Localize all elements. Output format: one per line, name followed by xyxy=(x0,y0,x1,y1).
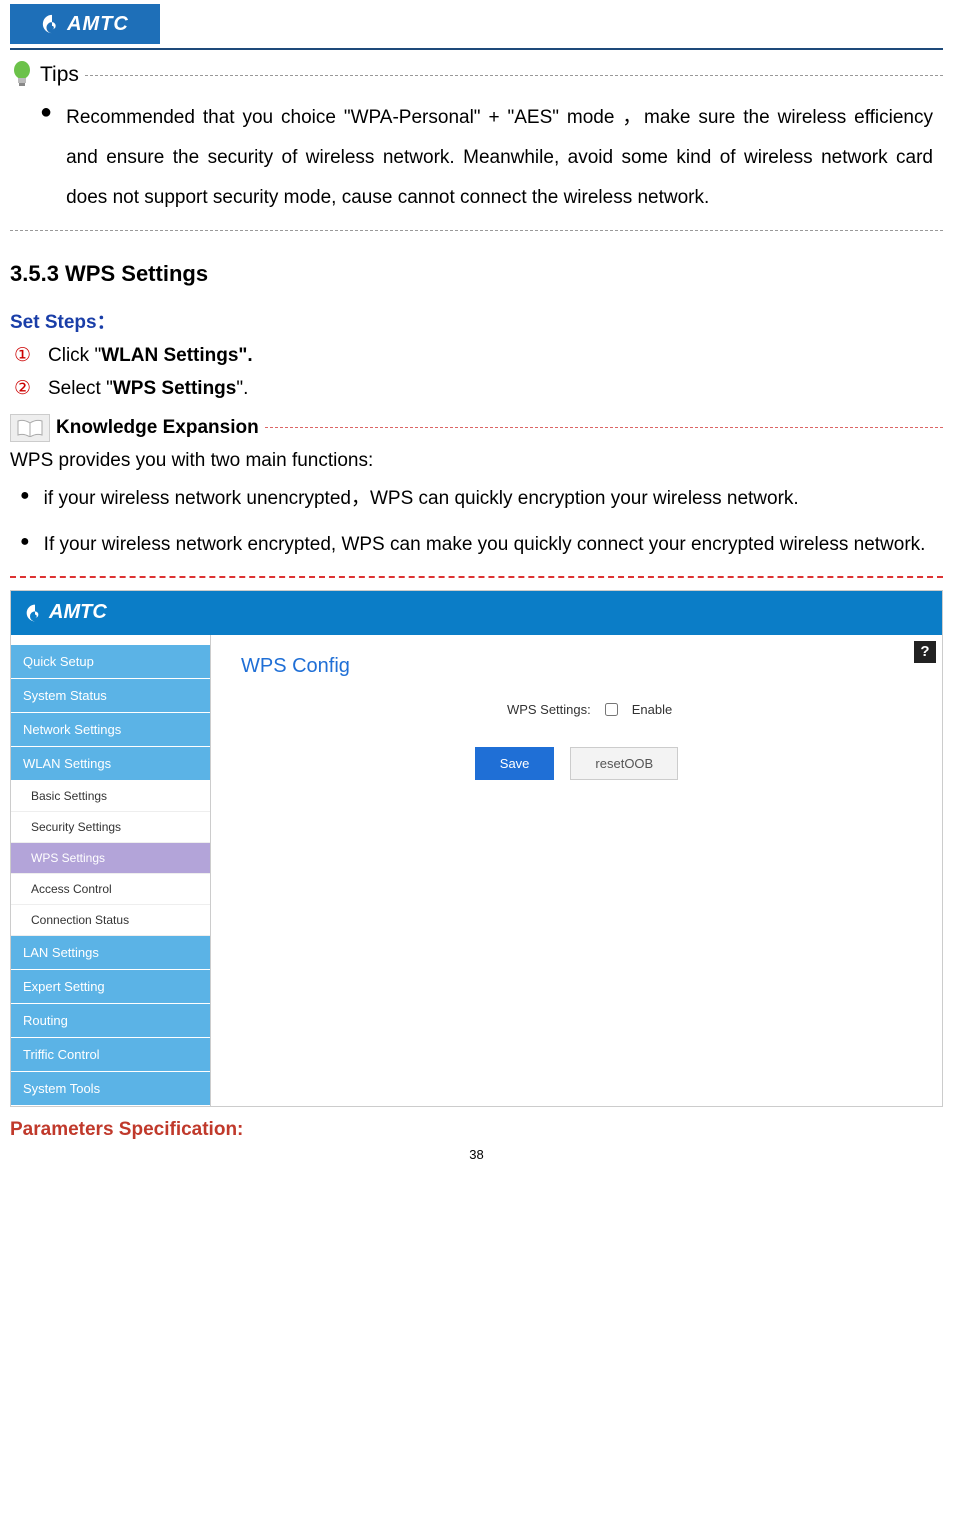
wps-settings-label: WPS Settings: xyxy=(481,702,591,717)
sidebar-sub-basic-settings[interactable]: Basic Settings xyxy=(11,781,210,812)
app-header: AMTC xyxy=(11,591,942,635)
wps-enable-checkbox[interactable] xyxy=(605,703,618,716)
app-brand: AMTC xyxy=(49,601,107,624)
sidebar-sub-wps-settings[interactable]: WPS Settings xyxy=(11,843,210,874)
sidebar-item-system-tools[interactable]: System Tools xyxy=(11,1072,210,1106)
wps-settings-row: WPS Settings: Enable xyxy=(241,702,912,717)
sidebar-item-system-status[interactable]: System Status xyxy=(11,679,210,713)
reset-oob-button[interactable]: resetOOB xyxy=(570,747,678,780)
divider-dashline-red xyxy=(10,576,943,578)
ke-dashline xyxy=(265,427,943,428)
step-2-text: Select "WPS Settings". xyxy=(48,378,248,400)
sidebar-item-network-settings[interactable]: Network Settings xyxy=(11,713,210,747)
book-icon xyxy=(10,414,50,442)
tips-text: Recommended that you choice "WPA-Persona… xyxy=(66,98,933,218)
section-heading: 3.5.3 WPS Settings xyxy=(10,261,943,287)
step-2-num: ② xyxy=(14,377,38,400)
router-admin-screenshot: AMTC Quick Setup System Status Network S… xyxy=(10,590,943,1107)
panel-title: WPS Config xyxy=(241,655,912,678)
bullet-icon: ● xyxy=(20,526,30,564)
sidebar-item-wlan-settings[interactable]: WLAN Settings xyxy=(11,747,210,781)
lightbulb-icon xyxy=(10,60,34,90)
divider-dashline xyxy=(10,230,943,231)
step-2: ② Select "WPS Settings". xyxy=(14,377,943,400)
parameters-specification-heading: Parameters Specification: xyxy=(10,1119,943,1141)
header-divider xyxy=(10,48,943,50)
sidebar-sub-security-settings[interactable]: Security Settings xyxy=(11,812,210,843)
knowledge-expansion-row: Knowledge Expansion xyxy=(10,414,943,442)
sidebar-item-lan-settings[interactable]: LAN Settings xyxy=(11,936,210,970)
sidebar-sub-connection-status[interactable]: Connection Status xyxy=(11,905,210,936)
sidebar-item-expert-setting[interactable]: Expert Setting xyxy=(11,970,210,1004)
sidebar-item-traffic-control[interactable]: Triffic Control xyxy=(11,1038,210,1072)
swirl-icon xyxy=(25,603,45,623)
sidebar-sub-access-control[interactable]: Access Control xyxy=(11,874,210,905)
bullet-icon: ● xyxy=(40,98,52,218)
button-row: Save resetOOB xyxy=(241,747,912,780)
tips-body: ● Recommended that you choice "WPA-Perso… xyxy=(40,98,933,218)
brand-logo: AMTC xyxy=(10,4,160,44)
main-panel: ? WPS Config WPS Settings: Enable Save r… xyxy=(211,635,942,1106)
wps-function-2: ● If your wireless network encrypted, WP… xyxy=(20,526,933,564)
page-number: 38 xyxy=(10,1147,943,1162)
sidebar-item-quick-setup[interactable]: Quick Setup xyxy=(11,645,210,679)
step-1-text: Click "WLAN Settings". xyxy=(48,345,253,367)
set-steps-label: Set Steps： xyxy=(10,307,943,334)
save-button[interactable]: Save xyxy=(475,747,555,780)
wps-intro: WPS provides you with two main functions… xyxy=(10,450,943,472)
sidebar-item-routing[interactable]: Routing xyxy=(11,1004,210,1038)
bullet-icon: ● xyxy=(20,480,30,518)
wps-function-1: ● if your wireless network unencrypted，W… xyxy=(20,480,933,518)
wps-enable-label: Enable xyxy=(632,702,672,717)
help-icon[interactable]: ? xyxy=(914,641,936,663)
swirl-icon xyxy=(41,13,63,35)
brand-text: AMTC xyxy=(67,13,129,36)
step-1: ① Click "WLAN Settings". xyxy=(14,344,943,367)
step-1-num: ① xyxy=(14,344,38,367)
tips-dashline xyxy=(85,75,943,76)
tips-heading-row: Tips xyxy=(10,60,943,90)
tips-label: Tips xyxy=(40,63,79,87)
knowledge-expansion-label: Knowledge Expansion xyxy=(56,417,259,439)
sidebar: Quick Setup System Status Network Settin… xyxy=(11,635,211,1106)
